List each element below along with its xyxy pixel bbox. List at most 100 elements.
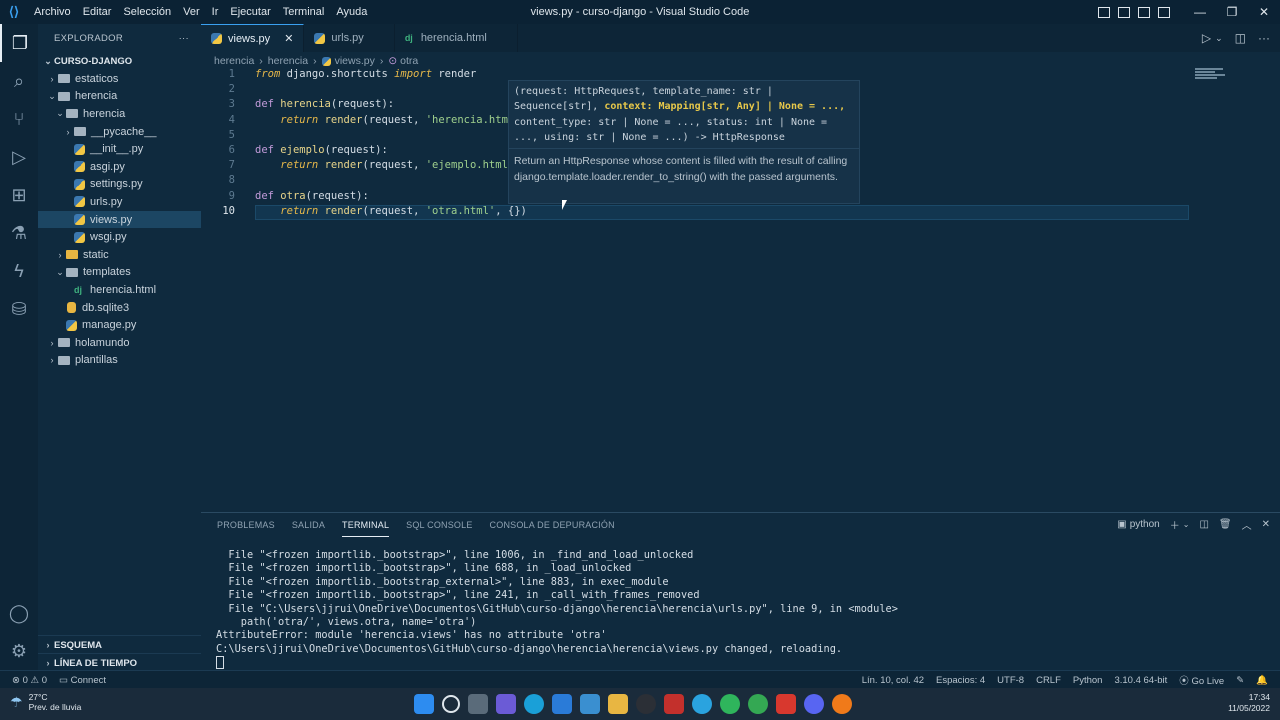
edge-browser-icon[interactable] [524,694,544,714]
panel-tab-salida[interactable]: SALIDA [292,513,325,537]
tree-folder[interactable]: ⌄ herencia [38,105,201,123]
chevron-down-icon[interactable]: ⌄ [1215,33,1223,44]
language-mode[interactable]: Python [1073,675,1103,686]
run-file-icon[interactable]: ▷ [1202,31,1211,45]
menu-ver[interactable]: Ver [177,6,206,18]
code-line[interactable]: from django.shortcuts import render [255,68,476,80]
toggle-sidebar-icon[interactable] [1098,6,1110,18]
tree-folder[interactable]: › estaticos [38,70,201,88]
code-line[interactable]: return render(request, 'herencia.html [255,114,514,126]
recorder-icon[interactable] [776,694,796,714]
menu-archivo[interactable]: Archivo [28,6,77,18]
menu-terminal[interactable]: Terminal [277,6,331,18]
code-line[interactable]: return render(request, 'otra.html', {}) [255,205,527,217]
breadcrumb-item[interactable]: otra [400,55,418,67]
encoding-status[interactable]: UTF-8 [997,675,1024,686]
tree-file[interactable]: manage.py [38,316,201,334]
restore-button[interactable]: ❐ [1216,5,1248,19]
problems-status[interactable]: ⊗ 0 ⚠ 0 [12,675,47,686]
terminal-name[interactable]: python [1130,519,1160,530]
maximize-panel-icon[interactable]: ︿ [1242,517,1252,532]
firefox-icon[interactable] [832,694,852,714]
tree-file[interactable]: __init__.py [38,140,201,158]
more-actions-icon[interactable]: ··· [1258,31,1270,45]
kill-terminal-icon[interactable]: 🗑 [1219,519,1232,530]
code-line[interactable]: def herencia(request): [255,98,394,110]
close-window-button[interactable]: ✕ [1248,5,1280,19]
panel-tab-terminal[interactable]: TERMINAL [342,513,390,537]
connect-status[interactable]: ▭ Connect [59,675,106,686]
code-line[interactable]: def otra(request): [255,190,369,202]
tree-file[interactable]: db.sqlite3 [38,299,201,317]
search-icon[interactable]: ⌕ [0,62,38,100]
accounts-icon[interactable]: ◯ [0,594,38,632]
tree-folder[interactable]: › plantillas [38,352,201,370]
menu-ir[interactable]: Ir [206,6,225,18]
close-panel-icon[interactable]: ✕ [1262,519,1270,530]
teams-chat-icon[interactable] [496,694,516,714]
outline-section[interactable]: › ESQUEMA [38,635,201,654]
workspace-root[interactable]: ⌄ CURSO-DJANGO [38,52,201,70]
indentation-status[interactable]: Espacios: 4 [936,675,985,686]
tree-folder[interactable]: ⌄ herencia [38,88,201,106]
split-editor-icon[interactable]: ◫ [1235,31,1246,45]
extensions-icon[interactable]: ⊞ [0,176,38,214]
panel-tab-problemas[interactable]: PROBLEMAS [217,513,275,537]
breadcrumb-item[interactable]: herencia [268,55,308,67]
terminal-prompt-line[interactable] [216,656,898,670]
database-icon[interactable]: ⛁ [0,290,38,328]
run-debug-icon[interactable]: ▷ [0,138,38,176]
menu-seleccin[interactable]: Selección [117,6,177,18]
source-control-icon[interactable]: ⑂ [0,100,38,138]
tree-file[interactable]: urls.py [38,193,201,211]
tab-views-py[interactable]: views.py ✕ [201,24,305,52]
tree-folder[interactable]: ⌄ templates [38,264,201,282]
thunder-client-icon[interactable]: ϟ [0,252,38,290]
tree-folder[interactable]: › holamundo [38,334,201,352]
panel-tab-sql-console[interactable]: SQL CONSOLE [406,513,472,537]
toggle-panel-icon[interactable] [1118,6,1130,18]
system-clock[interactable]: 17:34 11/05/2022 [1228,692,1270,714]
chevron-down-icon[interactable]: ⌄ [1183,520,1190,529]
tree-file[interactable]: asgi.py [38,158,201,176]
discord-icon[interactable] [804,694,824,714]
vscode-taskbar-icon[interactable] [552,694,572,714]
split-terminal-icon[interactable]: ◫ [1199,519,1208,530]
tree-file[interactable]: wsgi.py [38,228,201,246]
toggle-secondary-sidebar-icon[interactable] [1138,6,1150,18]
windows-start-icon[interactable] [414,694,434,714]
interpreter-status[interactable]: 3.10.4 64-bit [1114,675,1167,686]
tab-urls-py[interactable]: urls.py [304,24,395,52]
eol-status[interactable]: CRLF [1036,675,1061,686]
breadcrumb-item[interactable]: herencia [214,55,254,67]
search-icon[interactable] [442,695,460,713]
code-line[interactable]: def ejemplo(request): [255,144,388,156]
minimap[interactable] [1195,68,1227,82]
panel-tab-consola-de-depuraci-n[interactable]: CONSOLA DE DEPURACIÓN [490,513,615,537]
tree-file[interactable]: settings.py [38,176,201,194]
tree-file[interactable]: dj herencia.html [38,281,201,299]
store-icon[interactable] [580,694,600,714]
tree-folder[interactable]: › __pycache__ [38,123,201,141]
task-view-icon[interactable] [468,694,488,714]
file-explorer-icon[interactable] [608,694,628,714]
explorer-icon[interactable]: ❐ [0,24,38,62]
tab-herencia-html[interactable]: dj herencia.html [395,24,518,52]
minimize-button[interactable]: — [1184,5,1216,19]
testing-icon[interactable]: ⚗ [0,214,38,252]
filezilla-icon[interactable] [664,694,684,714]
tree-folder[interactable]: › static [38,246,201,264]
close-tab-icon[interactable]: ✕ [284,32,293,45]
settings-gear-icon[interactable]: ⚙ [0,632,38,670]
tree-file[interactable]: views.py [38,210,201,229]
whatsapp-icon[interactable] [720,694,740,714]
more-actions-icon[interactable]: ··· [179,33,189,44]
feedback-icon[interactable]: ✎ [1236,675,1244,686]
github-desktop-icon[interactable] [636,694,656,714]
chrome-icon[interactable] [748,694,768,714]
menu-editar[interactable]: Editar [77,6,118,18]
telegram-icon[interactable] [692,694,712,714]
new-terminal-icon[interactable]: ＋ [1170,517,1180,532]
code-line[interactable]: return render(request, 'ejemplo.html [255,159,508,171]
menu-ayuda[interactable]: Ayuda [330,6,373,18]
